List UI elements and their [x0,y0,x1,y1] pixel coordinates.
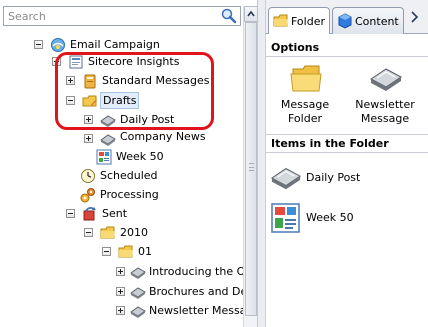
tree-label: 01 [138,245,152,258]
message-icon [130,264,146,280]
expand-toggle[interactable] [116,306,125,315]
divider [266,152,428,153]
folder-icon [100,225,116,241]
search-icon [221,8,237,24]
folder-icon [273,13,289,29]
tree-node-sent[interactable]: Sent [62,205,202,223]
options-heading: Options [271,41,320,54]
tree-label: Sent [102,207,128,220]
tab-content[interactable]: Content [332,7,404,34]
folder-item-week-50[interactable]: Week 50 [270,202,420,236]
expand-toggle[interactable] [84,134,93,143]
folder-icon [289,63,323,95]
tree-node-scheduled[interactable]: Scheduled [62,167,202,185]
new-newsletter-message-button[interactable]: Newsletter Message [350,63,420,127]
collapse-toggle[interactable] [34,40,43,49]
search-input[interactable] [4,7,216,25]
items-heading: Items in the Folder [271,137,389,150]
tab-strip: Folder Content [266,0,428,34]
collapse-toggle[interactable] [84,228,93,237]
scroll-thumb[interactable] [245,22,257,316]
tree-node-01[interactable]: 01 [98,243,218,261]
scheduled-icon [80,168,96,184]
highlight-annotation [55,52,214,130]
tab-folder[interactable]: Folder [268,7,330,34]
tab-label: Content [355,15,399,28]
tree-label: Email Campaign [70,38,160,51]
content-icon [337,13,353,29]
tab-label: Folder [291,15,325,28]
message-icon [100,131,116,147]
tree-label: Newsletter Messag [149,304,243,317]
tree-label: Scheduled [100,169,158,182]
folder-item-daily-post[interactable]: Daily Post [270,162,420,196]
item-label: Week 50 [306,211,354,224]
folder-icon [118,244,134,260]
tree-label: Company News [120,130,206,143]
tree-node-newsletter-message[interactable]: Newsletter Messag [112,302,243,320]
chevron-up-icon [247,10,255,17]
option-label: Newsletter Message [355,98,415,125]
item-label: Daily Post [306,171,361,184]
tree-label: Brochures and Dem [149,285,243,298]
collapse-toggle[interactable] [102,247,111,256]
expand-toggle[interactable] [116,287,125,296]
tree-label: Introducing the OM [149,265,243,278]
tree-node-introducing[interactable]: Introducing the OM [112,263,243,281]
tree-node-company-news[interactable]: Company News [80,130,210,148]
scroll-up-button[interactable] [244,6,258,22]
details-pane: Folder Content Options Message Folder Ne… [266,0,428,327]
newsletter-icon [96,149,112,165]
content-tree-pane: Email Campaign Sitecore Insights Standar… [0,0,258,327]
message-icon [130,303,146,319]
divider [266,134,428,135]
option-label: Message Folder [280,98,330,125]
tree-node-processing[interactable]: Processing [62,186,202,204]
search-box [3,6,241,26]
tree-node-brochures[interactable]: Brochures and Dem [112,283,243,301]
tree-label: Processing [100,188,159,201]
divider [266,56,428,57]
message-icon [369,63,403,95]
chevron-right-icon [411,11,419,23]
processing-icon [80,187,96,203]
tab-scroll-button[interactable] [406,8,428,26]
tree-label: Week 50 [116,150,164,163]
expand-toggle[interactable] [116,267,125,276]
message-icon [130,284,146,300]
email-campaign-icon [50,37,66,53]
search-button[interactable] [220,8,238,24]
newsletter-icon [270,202,302,234]
message-icon [270,162,302,194]
tree-scrollbar[interactable] [243,6,258,327]
collapse-toggle[interactable] [66,209,75,218]
tree-node-week-50[interactable]: Week 50 [80,148,210,166]
new-message-folder-button[interactable]: Message Folder [270,63,340,127]
sent-icon [82,206,98,222]
scroll-grip [249,163,254,171]
tree-node-2010[interactable]: 2010 [80,224,210,242]
pane-splitter[interactable] [258,0,266,327]
tree-label: 2010 [120,226,148,239]
